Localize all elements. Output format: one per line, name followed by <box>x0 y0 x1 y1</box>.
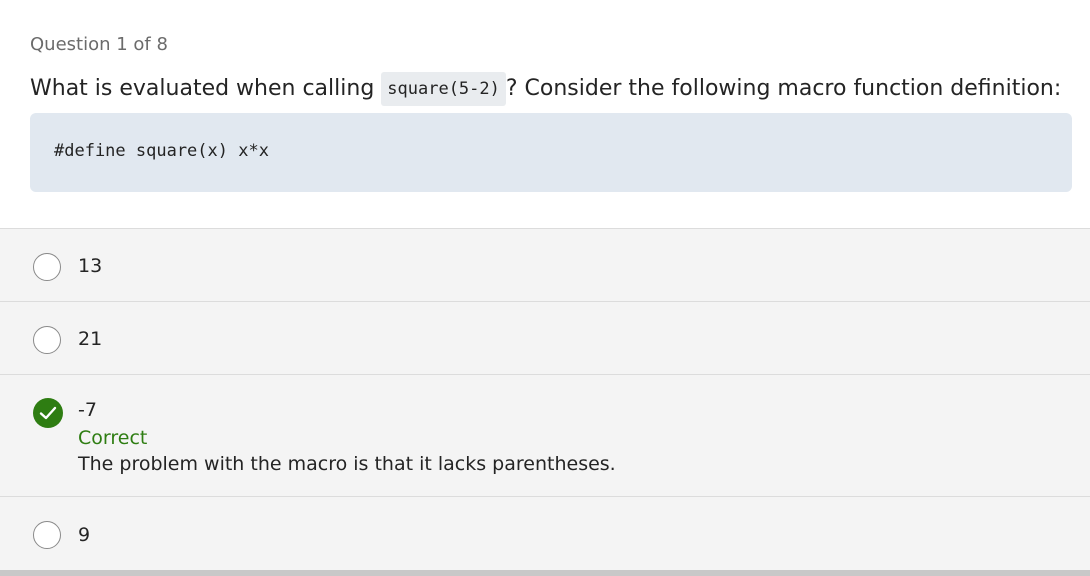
answer-option-9[interactable]: 9 <box>0 497 1090 571</box>
code-block: #define square(x) x*x <box>30 113 1072 192</box>
question-inline-code: square(5-2) <box>381 72 506 106</box>
answer-option-label: 13 <box>78 255 103 277</box>
answer-option-13[interactable]: 13 <box>0 229 1090 302</box>
radio-empty-icon[interactable] <box>33 326 61 354</box>
checkmark-circle-icon[interactable] <box>33 398 63 428</box>
radio-empty-icon[interactable] <box>33 521 61 549</box>
question-counter: Question 1 of 8 <box>30 34 168 55</box>
answer-options: 13 21 -7 Correct The problem with the ma… <box>0 228 1090 571</box>
answer-option-minus-7[interactable]: -7 Correct The problem with the macro is… <box>0 375 1090 497</box>
bottom-divider <box>0 570 1090 576</box>
feedback-status: Correct <box>78 427 148 449</box>
answer-option-label: -7 <box>78 399 97 421</box>
answer-option-21[interactable]: 21 <box>0 302 1090 375</box>
radio-empty-icon[interactable] <box>33 253 61 281</box>
question-text-before: What is evaluated when calling <box>30 76 382 101</box>
quiz-page: Question 1 of 8 What is evaluated when c… <box>0 0 1090 576</box>
question-text-after: ? Consider the following macro function … <box>505 76 1062 101</box>
answer-option-label: 21 <box>78 328 103 350</box>
feedback-explanation: The problem with the macro is that it la… <box>78 453 616 475</box>
answer-option-label: 9 <box>78 524 91 546</box>
question-text: What is evaluated when calling square(5-… <box>30 72 1080 106</box>
